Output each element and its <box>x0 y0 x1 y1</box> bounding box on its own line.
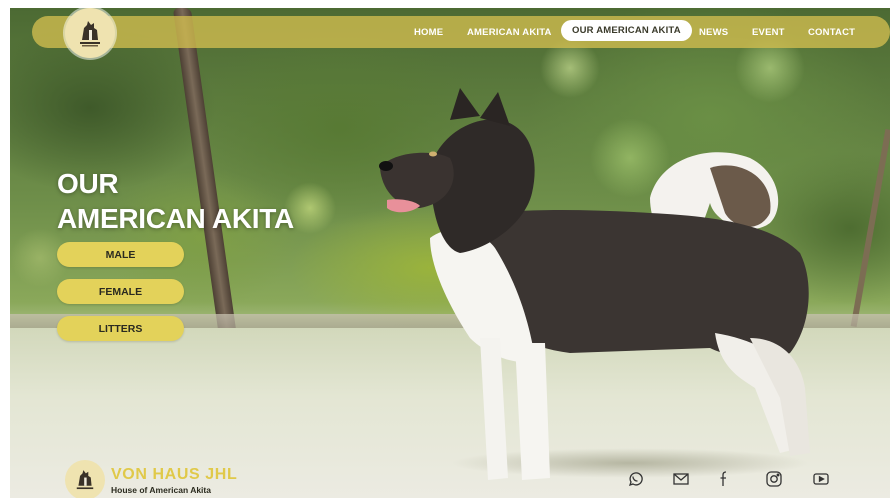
akita-logo-icon <box>76 470 94 490</box>
page-title: OUR AMERICAN AKITA <box>57 166 294 236</box>
instagram-icon[interactable] <box>764 469 784 489</box>
akita-logo-icon <box>80 21 100 47</box>
hero-section: HOME AMERICAN AKITA OUR AMERICAN AKITA N… <box>10 8 890 498</box>
nav-contact[interactable]: CONTACT <box>808 27 855 38</box>
facebook-icon[interactable] <box>714 469 734 489</box>
whatsapp-icon[interactable] <box>625 469 645 489</box>
female-button[interactable]: FEMALE <box>57 279 184 304</box>
nav-event[interactable]: EVENT <box>752 27 785 38</box>
site-logo[interactable] <box>65 8 115 58</box>
youtube-icon[interactable] <box>811 469 831 489</box>
male-button[interactable]: MALE <box>57 242 184 267</box>
brand-name: VON HAUS JHL <box>111 466 238 483</box>
litters-button[interactable]: LITTERS <box>57 316 184 341</box>
brand-tagline: House of American Akita <box>111 485 211 495</box>
nav-our-american-akita[interactable]: OUR AMERICAN AKITA <box>561 20 692 41</box>
nav-american-akita[interactable]: AMERICAN AKITA <box>467 27 552 38</box>
mail-icon[interactable] <box>671 469 691 489</box>
nav-news[interactable]: NEWS <box>699 27 728 38</box>
footer-logo[interactable] <box>65 460 105 498</box>
page-title-line1: OUR <box>57 168 119 199</box>
nav-home[interactable]: HOME <box>414 27 443 38</box>
page-title-line2: AMERICAN AKITA <box>57 203 294 234</box>
